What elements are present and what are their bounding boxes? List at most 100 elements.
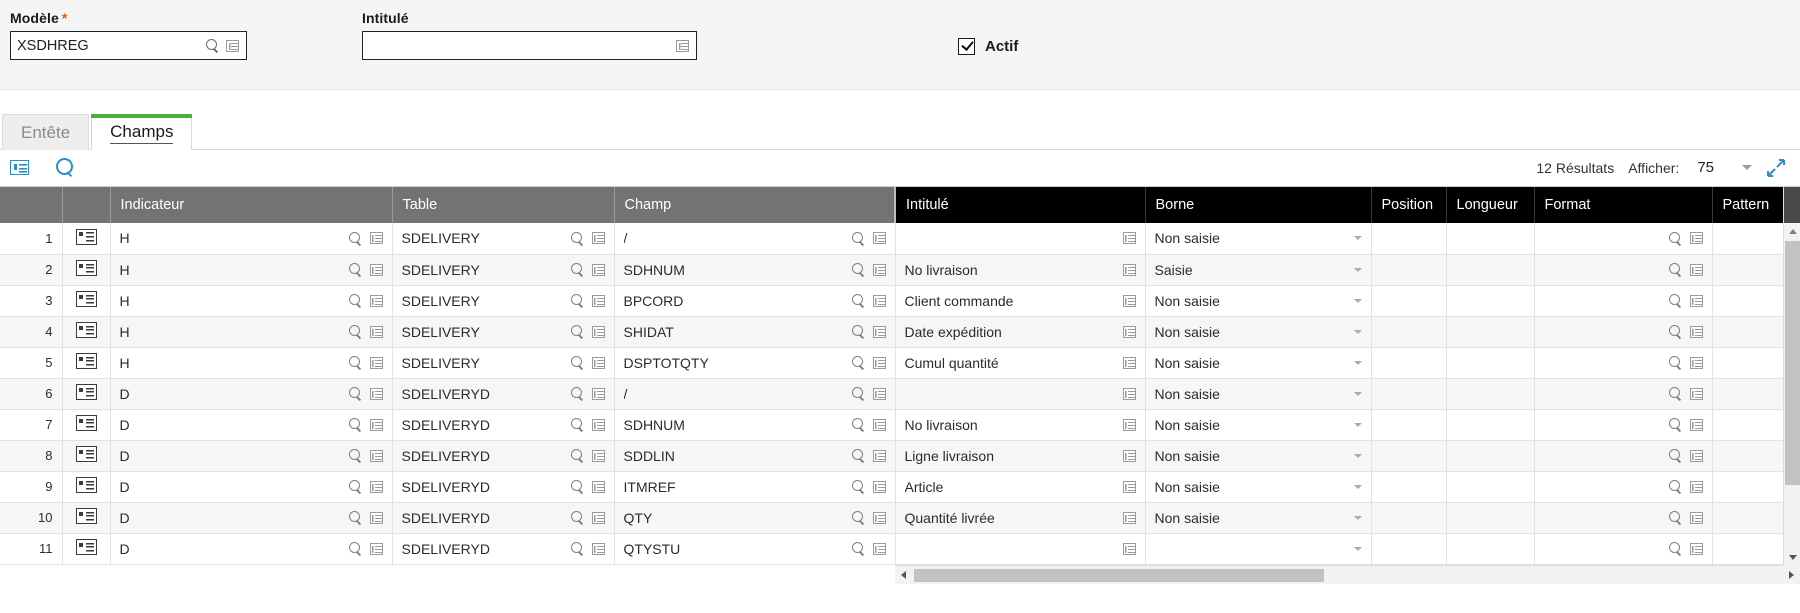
- search-icon[interactable]: [348, 387, 362, 400]
- cell-format[interactable]: [1534, 409, 1713, 441]
- row-detail-cell[interactable]: [62, 254, 111, 286]
- chevron-down-icon[interactable]: [1353, 484, 1362, 489]
- list-lookup-icon[interactable]: [1689, 449, 1703, 462]
- row-detail-cell[interactable]: [62, 502, 111, 534]
- cell-format[interactable]: [1534, 254, 1713, 286]
- grid-header-position[interactable]: Position: [1371, 187, 1447, 223]
- chevron-down-icon[interactable]: [1353, 422, 1362, 427]
- row-detail-icon[interactable]: [75, 322, 97, 338]
- chevron-down-icon[interactable]: [1353, 267, 1362, 272]
- list-lookup-icon[interactable]: [1122, 232, 1136, 245]
- list-view-icon[interactable]: [10, 160, 29, 175]
- table-row[interactable]: 8 D SDELIVERYD SDDLIN Ligne livraison Non sai…: [0, 440, 1800, 472]
- search-icon[interactable]: [851, 387, 865, 400]
- list-lookup-icon[interactable]: [872, 325, 886, 338]
- search-icon[interactable]: [1668, 542, 1682, 555]
- search-icon[interactable]: [1668, 511, 1682, 524]
- search-icon[interactable]: [570, 325, 584, 338]
- row-detail-cell[interactable]: [62, 285, 111, 317]
- list-lookup-icon[interactable]: [872, 511, 886, 524]
- afficher-value[interactable]: 75: [1693, 159, 1714, 176]
- list-lookup-icon[interactable]: [591, 356, 605, 369]
- tab-champs[interactable]: Champs: [91, 114, 193, 151]
- table-row[interactable]: 6 D SDELIVERYD / Non saisie: [0, 378, 1800, 410]
- table-row[interactable]: 4 H SDELIVERY SHIDAT Date expédition Non sais…: [0, 316, 1800, 348]
- grid-header-rownum[interactable]: [0, 187, 63, 223]
- search-icon[interactable]: [570, 449, 584, 462]
- list-lookup-icon[interactable]: [676, 39, 689, 52]
- cell-longueur[interactable]: [1446, 440, 1535, 472]
- grid-header-borne[interactable]: Borne: [1145, 187, 1372, 223]
- cell-indicateur[interactable]: D: [110, 440, 393, 472]
- list-lookup-icon[interactable]: [369, 480, 383, 493]
- search-icon[interactable]: [1668, 418, 1682, 431]
- scroll-up-arrow-icon[interactable]: [1784, 223, 1800, 240]
- list-lookup-icon[interactable]: [369, 294, 383, 307]
- cell-indicateur[interactable]: D: [110, 533, 393, 565]
- cell-intitule[interactable]: Client commande: [895, 285, 1146, 317]
- grid-header-champ[interactable]: Champ: [614, 187, 896, 223]
- cell-indicateur[interactable]: D: [110, 378, 393, 410]
- list-lookup-icon[interactable]: [1122, 387, 1136, 400]
- tab-entete[interactable]: Entête: [2, 114, 90, 150]
- list-lookup-icon[interactable]: [591, 232, 605, 245]
- search-icon[interactable]: [570, 387, 584, 400]
- table-row[interactable]: 7 D SDELIVERYD SDHNUM No livraison Non saisie: [0, 409, 1800, 441]
- list-lookup-icon[interactable]: [1689, 325, 1703, 338]
- search-icon[interactable]: [570, 231, 584, 245]
- cell-indicateur[interactable]: D: [110, 409, 393, 441]
- list-lookup-icon[interactable]: [1122, 542, 1136, 555]
- row-detail-icon[interactable]: [75, 353, 97, 369]
- list-lookup-icon[interactable]: [1689, 542, 1703, 555]
- cell-borne[interactable]: [1145, 533, 1372, 565]
- grid-header-intitule[interactable]: Intitulé: [894, 187, 1146, 223]
- cell-champ[interactable]: /: [614, 223, 896, 255]
- list-lookup-icon[interactable]: [1689, 480, 1703, 493]
- search-icon[interactable]: [55, 158, 74, 177]
- cell-borne[interactable]: Non saisie: [1145, 502, 1372, 534]
- search-icon[interactable]: [1668, 231, 1682, 245]
- search-icon[interactable]: [348, 294, 362, 307]
- search-icon[interactable]: [570, 356, 584, 369]
- list-lookup-icon[interactable]: [591, 294, 605, 307]
- cell-champ[interactable]: SDHNUM: [614, 409, 896, 441]
- table-row[interactable]: 9 D SDELIVERYD ITMREF Article Non saisie: [0, 471, 1800, 503]
- cell-position[interactable]: [1371, 347, 1447, 379]
- cell-intitule[interactable]: [895, 378, 1146, 410]
- intitule-input-wrap[interactable]: [362, 31, 697, 60]
- list-lookup-icon[interactable]: [872, 263, 886, 276]
- cell-table[interactable]: SDELIVERY: [392, 285, 615, 317]
- search-icon[interactable]: [348, 480, 362, 493]
- cell-intitule[interactable]: No livraison: [895, 254, 1146, 286]
- cell-format[interactable]: [1534, 471, 1713, 503]
- search-icon[interactable]: [348, 449, 362, 462]
- cell-intitule[interactable]: Quantité livrée: [895, 502, 1146, 534]
- table-row[interactable]: 10 D SDELIVERYD QTY Quantité livrée Non saisi…: [0, 502, 1800, 534]
- row-detail-icon[interactable]: [75, 508, 97, 524]
- chevron-down-icon[interactable]: [1742, 165, 1752, 170]
- list-lookup-icon[interactable]: [872, 232, 886, 245]
- search-icon[interactable]: [348, 356, 362, 369]
- cell-longueur[interactable]: [1446, 223, 1535, 255]
- cell-intitule[interactable]: [895, 223, 1146, 255]
- list-lookup-icon[interactable]: [591, 387, 605, 400]
- cell-longueur[interactable]: [1446, 347, 1535, 379]
- row-detail-icon[interactable]: [75, 539, 97, 555]
- list-lookup-icon[interactable]: [872, 449, 886, 462]
- cell-champ[interactable]: SDHNUM: [614, 254, 896, 286]
- search-icon[interactable]: [851, 511, 865, 524]
- search-icon[interactable]: [851, 480, 865, 493]
- cell-table[interactable]: SDELIVERY: [392, 347, 615, 379]
- cell-indicateur[interactable]: H: [110, 316, 393, 348]
- chevron-down-icon[interactable]: [1353, 546, 1362, 551]
- search-icon[interactable]: [1668, 449, 1682, 462]
- cell-indicateur[interactable]: H: [110, 285, 393, 317]
- cell-champ[interactable]: /: [614, 378, 896, 410]
- search-icon[interactable]: [570, 263, 584, 276]
- list-lookup-icon[interactable]: [1689, 263, 1703, 276]
- search-icon[interactable]: [851, 294, 865, 307]
- list-lookup-icon[interactable]: [872, 480, 886, 493]
- list-lookup-icon[interactable]: [1689, 232, 1703, 245]
- list-lookup-icon[interactable]: [1122, 325, 1136, 338]
- intitule-input[interactable]: [363, 32, 676, 59]
